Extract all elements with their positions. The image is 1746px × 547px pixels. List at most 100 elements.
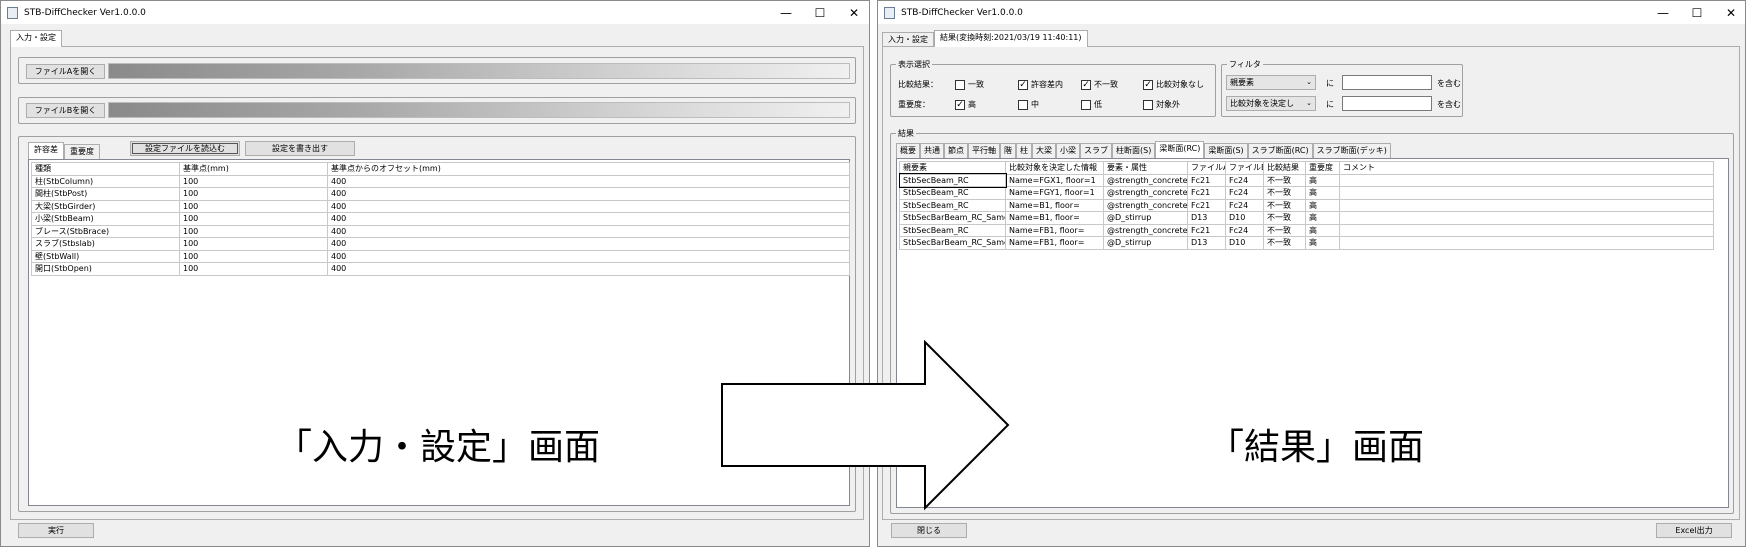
table-cell[interactable]: 壁(StbWall) [31,249,180,263]
table-row[interactable]: StbSecBarBeam_RC_Same Name=B1, floor= @D_s… [899,211,1714,225]
column-header[interactable]: 要素・属性 [1103,161,1188,175]
table-cell[interactable]: D10 [1225,236,1264,250]
table-row[interactable]: ブレース(StbBrace) 100 400 [31,224,850,238]
table-cell[interactable]: 400 [327,199,850,213]
table-row[interactable]: StbSecBeam_RC Name=FGX1, floor=1 @strength… [898,173,1714,188]
tab-importance[interactable]: 重要度 [64,144,100,159]
table-cell[interactable] [1339,236,1714,250]
table-row[interactable]: 壁(StbWall) 100 400 [31,249,850,263]
table-cell[interactable]: StbSecBeam_RC [898,173,1007,188]
column-header[interactable]: 比較結果 [1263,161,1306,175]
result-tab[interactable]: 階 [1000,143,1016,158]
result-tab[interactable]: 共通 [920,143,944,158]
table-cell[interactable]: 100 [179,174,328,188]
table-cell[interactable]: 不一致 [1263,173,1306,187]
table-row[interactable]: StbSecBeam_RC Name=FB1, floor= @strength_c… [899,223,1714,237]
table-cell[interactable]: D13 [1187,236,1226,250]
table-cell[interactable]: StbSecBarBeam_RC_Same [899,211,1006,225]
table-row[interactable]: スラブ(Stbslab) 100 400 [31,237,850,251]
table-row[interactable]: StbSecBeam_RC Name=B1, floor= @strength_co… [899,198,1714,212]
table-cell[interactable]: 高 [1305,186,1340,200]
table-cell[interactable]: 100 [179,249,328,263]
table-cell[interactable]: D10 [1225,211,1264,225]
checkbox-equal[interactable]: 一致 [955,79,984,90]
table-cell[interactable]: スラブ(Stbslab) [31,237,180,251]
table-cell[interactable] [1339,211,1714,225]
table-cell[interactable]: StbSecBeam_RC [899,186,1006,200]
result-tab[interactable]: 小梁 [1056,143,1080,158]
column-header[interactable]: 重要度 [1305,161,1340,175]
table-cell[interactable] [1339,173,1714,187]
table-cell[interactable]: 400 [327,262,850,276]
checkbox-excluded[interactable]: 対象外 [1143,99,1180,110]
result-tab[interactable]: スラブ [1080,143,1112,158]
table-cell[interactable]: Fc21 [1187,173,1226,187]
table-cell[interactable]: Name=FB1, floor= [1005,236,1104,250]
maximize-icon[interactable]: ☐ [803,1,837,24]
table-cell[interactable]: @strength_concrete [1103,198,1188,212]
table-cell[interactable]: 間柱(StbPost) [31,187,180,201]
table-cell[interactable]: 400 [327,224,850,238]
table-cell[interactable]: 100 [179,187,328,201]
table-cell[interactable]: Name=B1, floor= [1005,198,1104,212]
filter-input-2[interactable] [1342,96,1432,111]
table-cell[interactable]: 小梁(StbBeam) [31,212,180,226]
column-header[interactable]: 比較対象を決定した情報 [1005,161,1104,175]
table-cell[interactable]: StbSecBeam_RC [899,198,1006,212]
table-cell[interactable]: StbSecBeam_RC [899,223,1006,237]
table-cell[interactable]: Fc21 [1187,198,1226,212]
table-row[interactable]: 開口(StbOpen) 100 400 [31,262,850,276]
close-icon[interactable]: ✕ [837,1,871,24]
column-header[interactable]: 親要素 [899,161,1006,175]
table-cell[interactable]: 不一致 [1263,198,1306,212]
table-cell[interactable]: 400 [327,212,850,226]
table-cell[interactable]: 400 [327,249,850,263]
table-cell[interactable] [1339,223,1714,237]
table-row[interactable]: StbSecBeam_RC Name=FGY1, floor=1 @strength… [899,186,1714,200]
table-cell[interactable] [1339,186,1714,200]
table-cell[interactable]: 100 [179,199,328,213]
filter-combo-1[interactable]: 親要素 ⌄ [1226,75,1316,90]
checkbox-medium[interactable]: 中 [1018,99,1039,110]
minimize-icon[interactable]: — [769,1,803,24]
checkbox-low[interactable]: 低 [1081,99,1102,110]
table-cell[interactable]: 100 [179,262,328,276]
table-cell[interactable]: Fc24 [1225,186,1264,200]
table-cell[interactable]: 400 [327,187,850,201]
table-cell[interactable]: StbSecBarBeam_RC_Same [899,236,1006,250]
table-cell[interactable]: 不一致 [1263,236,1306,250]
result-tab[interactable]: 柱断面(S) [1112,143,1156,158]
maximize-icon[interactable]: ☐ [1680,1,1714,24]
excel-export-button[interactable]: Excel出力 [1656,523,1732,538]
table-cell[interactable]: 400 [327,237,850,251]
result-tab[interactable]: 概要 [896,143,920,158]
tab-tolerance[interactable]: 許容差 [28,142,64,159]
table-cell[interactable]: Name=FB1, floor= [1005,223,1104,237]
table-cell[interactable]: @strength_concrete [1103,186,1188,200]
table-cell[interactable]: ブレース(StbBrace) [31,224,180,238]
table-cell[interactable]: 100 [179,237,328,251]
result-tab[interactable]: 節点 [944,143,968,158]
load-settings-button[interactable]: 設定ファイルを読込む [130,141,240,156]
table-cell[interactable]: @strength_concrete [1103,223,1188,237]
filter-input-1[interactable] [1342,75,1432,90]
column-header[interactable]: コメント [1339,161,1714,175]
table-cell[interactable]: 開口(StbOpen) [31,262,180,276]
result-tab[interactable]: 柱 [1016,143,1032,158]
table-cell[interactable]: D13 [1187,211,1226,225]
table-cell[interactable] [1339,198,1714,212]
table-cell[interactable]: 柱(StbColumn) [31,174,180,188]
table-cell[interactable]: 高 [1305,223,1340,237]
result-tab[interactable]: 梁断面(RC) [1155,141,1205,158]
open-file-a-button[interactable]: ファイルAを開く [26,64,105,79]
close-icon[interactable]: ✕ [1714,1,1746,24]
column-header[interactable]: 基準点(mm) [179,162,328,176]
table-row[interactable]: 間柱(StbPost) 100 400 [31,187,850,201]
tab-input-settings[interactable]: 入力・設定 [10,30,62,47]
table-cell[interactable]: Name=FGX1, floor=1 [1005,173,1104,187]
table-cell[interactable]: 400 [327,174,850,188]
result-tab[interactable]: 平行軸 [968,143,1000,158]
table-cell[interactable]: 不一致 [1263,186,1306,200]
table-cell[interactable]: @D_stirrup [1103,236,1188,250]
table-cell[interactable]: 100 [179,224,328,238]
